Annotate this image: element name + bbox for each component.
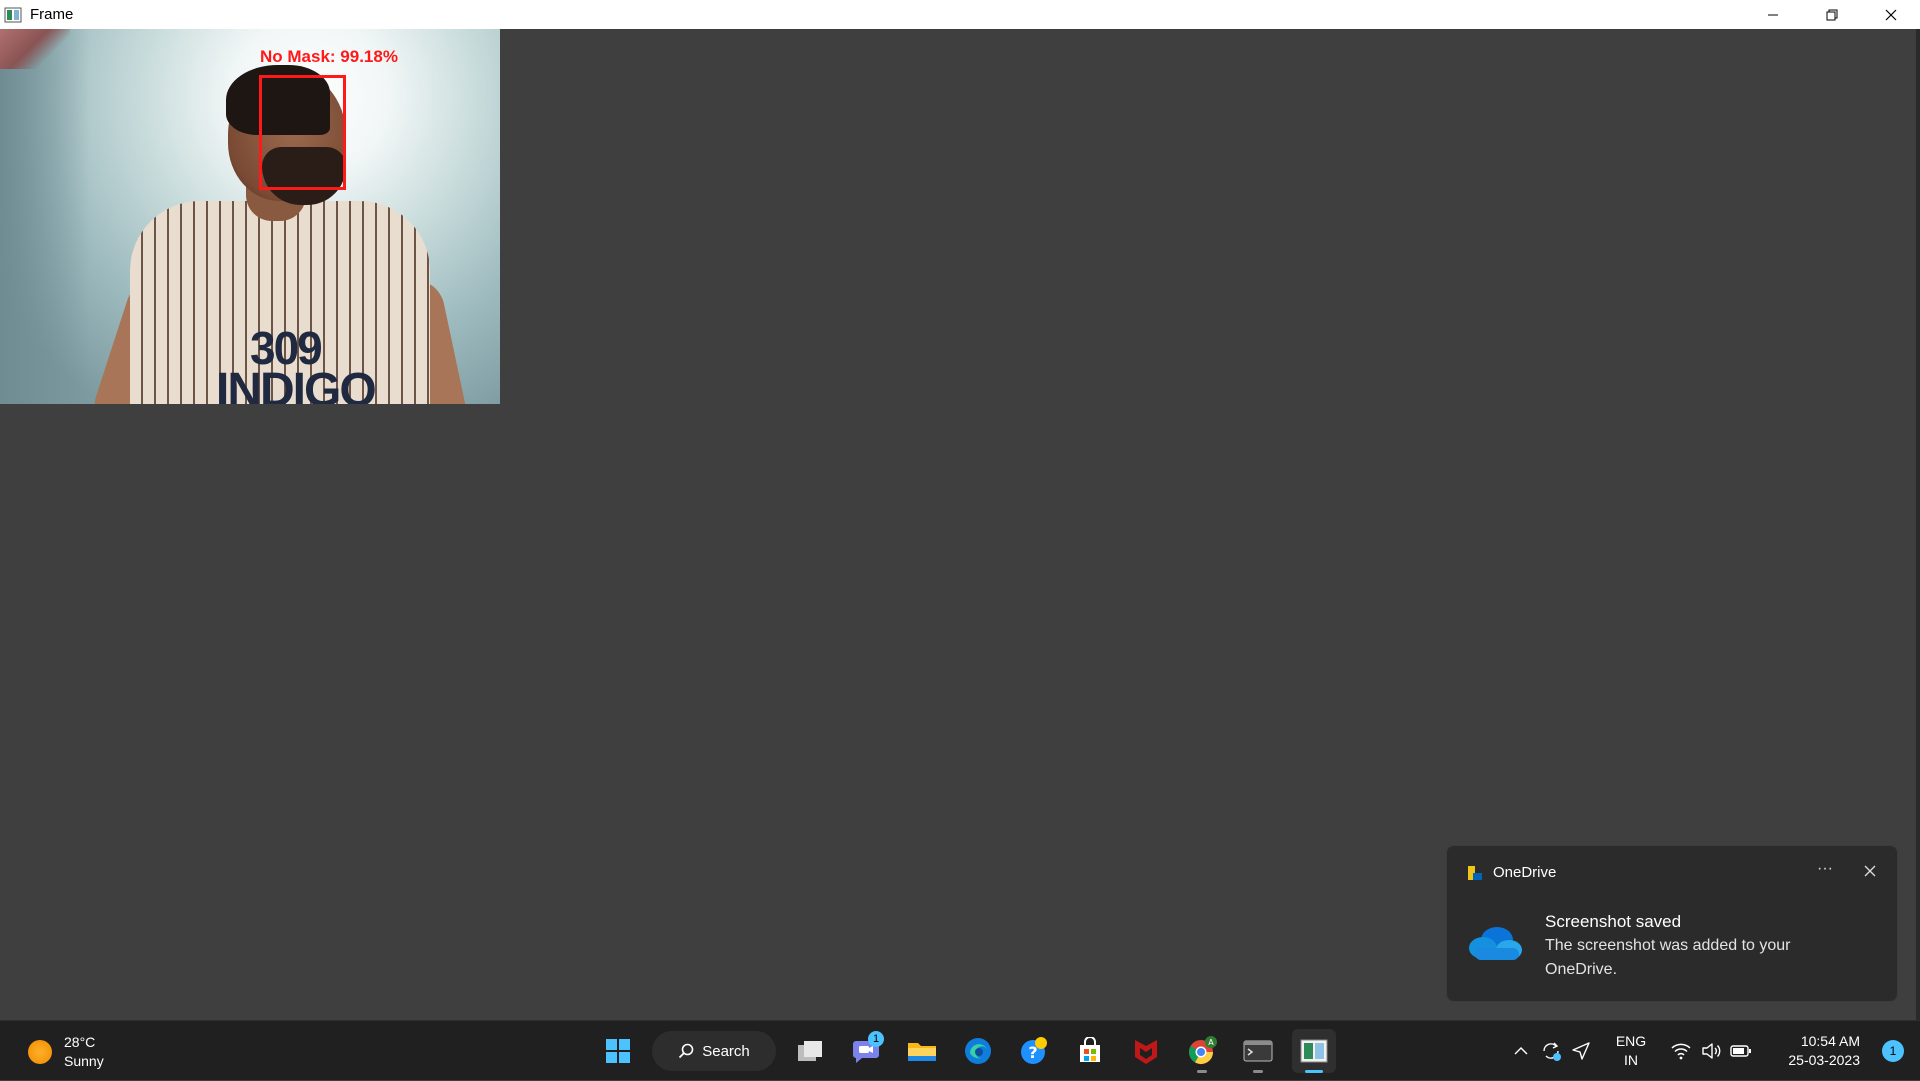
search-icon: [679, 1043, 694, 1059]
chrome-icon: A: [1188, 1036, 1217, 1065]
webcam-frame: 309 INDIGO No Mask: 99.18%: [0, 29, 500, 404]
close-button[interactable]: [1861, 0, 1920, 29]
close-icon: [1885, 9, 1896, 20]
clock-time: 10:54 AM: [1800, 1033, 1860, 1049]
window-titlebar: Frame: [0, 0, 1920, 29]
get-help-icon: ?: [1021, 1037, 1047, 1064]
onedrive-cloud-icon: [1469, 927, 1522, 960]
location-button[interactable]: [1566, 1031, 1596, 1071]
task-view-button[interactable]: [788, 1029, 832, 1073]
input-language[interactable]: ENG IN: [1604, 1032, 1658, 1070]
running-indicator: [1253, 1070, 1263, 1073]
shirt-print-text: INDIGO: [216, 364, 377, 404]
file-explorer-icon: [908, 1043, 936, 1061]
frame-app-icon: [4, 7, 22, 23]
active-indicator: [1305, 1070, 1323, 1073]
edge-button[interactable]: [956, 1029, 1000, 1073]
frame-app-button[interactable]: [1292, 1029, 1336, 1073]
taskbar: 28°C Sunny Search 1 ? A ENG IN 10:54 AM …: [0, 1020, 1920, 1080]
sync-button[interactable]: [1536, 1031, 1566, 1071]
restore-button[interactable]: [1802, 0, 1861, 29]
wifi-icon: [1671, 1043, 1691, 1060]
sync-icon: [1543, 1042, 1561, 1061]
window-title: Frame: [30, 6, 74, 23]
search-label: Search: [702, 1042, 750, 1060]
notification-header: OneDrive: [1467, 864, 1556, 881]
start-button[interactable]: [596, 1029, 640, 1073]
onedrive-notification[interactable]: OneDrive ··· Screenshot saved The screen…: [1446, 845, 1898, 1002]
language-region: IN: [1624, 1052, 1638, 1068]
window-controls: [1743, 0, 1920, 29]
face-detection-box: [259, 75, 346, 190]
weather-widget[interactable]: 28°C Sunny: [28, 1033, 104, 1071]
get-help-button[interactable]: ?: [1012, 1029, 1056, 1073]
notification-title: Screenshot saved: [1545, 912, 1682, 931]
window-edge: [1916, 29, 1920, 1020]
onedrive-small-icon: [1468, 865, 1482, 880]
chrome-button[interactable]: A: [1180, 1029, 1224, 1073]
volume-button[interactable]: [1696, 1031, 1726, 1071]
restore-icon: [1826, 9, 1837, 20]
start-icon: [606, 1039, 630, 1063]
network-button[interactable]: [1666, 1031, 1696, 1071]
search-button[interactable]: Search: [652, 1031, 776, 1071]
frame-app-icon: [1300, 1039, 1328, 1063]
microsoft-store-button[interactable]: [1068, 1029, 1112, 1073]
chevron-up-icon: [1514, 1047, 1528, 1055]
weather-temp: 28°C: [64, 1034, 96, 1050]
running-indicator: [1197, 1070, 1207, 1073]
weather-text: 28°C Sunny: [64, 1033, 104, 1071]
notification-close-button[interactable]: [1857, 860, 1883, 882]
teams-chat-button[interactable]: 1: [844, 1029, 888, 1073]
notification-body: The screenshot was added to your OneDriv…: [1545, 937, 1791, 978]
notification-more-button[interactable]: ···: [1807, 860, 1843, 882]
svg-text:?: ?: [1028, 1043, 1037, 1062]
svg-text:A: A: [1208, 1038, 1214, 1047]
clock[interactable]: 10:54 AM 25-03-2023: [1772, 1032, 1860, 1070]
microsoft-store-icon: [1080, 1037, 1100, 1062]
minimize-icon: [1767, 14, 1778, 15]
location-icon: [1572, 1042, 1590, 1060]
notification-center-badge[interactable]: 1: [1882, 1040, 1904, 1062]
terminal-icon: [1243, 1040, 1273, 1062]
background-wall: [0, 29, 90, 404]
teams-chat-badge: 1: [868, 1031, 884, 1047]
clock-date: 25-03-2023: [1788, 1052, 1860, 1068]
system-tray: ENG IN 10:54 AM 25-03-2023 1: [1506, 1021, 1920, 1081]
close-icon: [1864, 865, 1876, 877]
notification-app-name: OneDrive: [1493, 864, 1557, 881]
mcafee-icon: [1135, 1040, 1157, 1064]
sun-icon: [28, 1040, 52, 1064]
battery-icon: [1730, 1045, 1751, 1057]
file-explorer-button[interactable]: [900, 1029, 944, 1073]
weather-condition: Sunny: [64, 1053, 104, 1069]
battery-button[interactable]: [1726, 1031, 1756, 1071]
minimize-button[interactable]: [1743, 0, 1802, 29]
language-code: ENG: [1615, 1033, 1647, 1049]
edge-icon: [965, 1038, 991, 1064]
background-object: [0, 29, 70, 69]
show-hidden-icons-button[interactable]: [1506, 1031, 1536, 1071]
taskbar-apps: Search 1 ? A: [596, 1029, 1336, 1073]
task-view-icon: [798, 1041, 822, 1061]
detection-label: No Mask: 99.18%: [260, 47, 398, 66]
terminal-button[interactable]: [1236, 1029, 1280, 1073]
speaker-icon: [1702, 1043, 1721, 1059]
mcafee-button[interactable]: [1124, 1029, 1168, 1073]
